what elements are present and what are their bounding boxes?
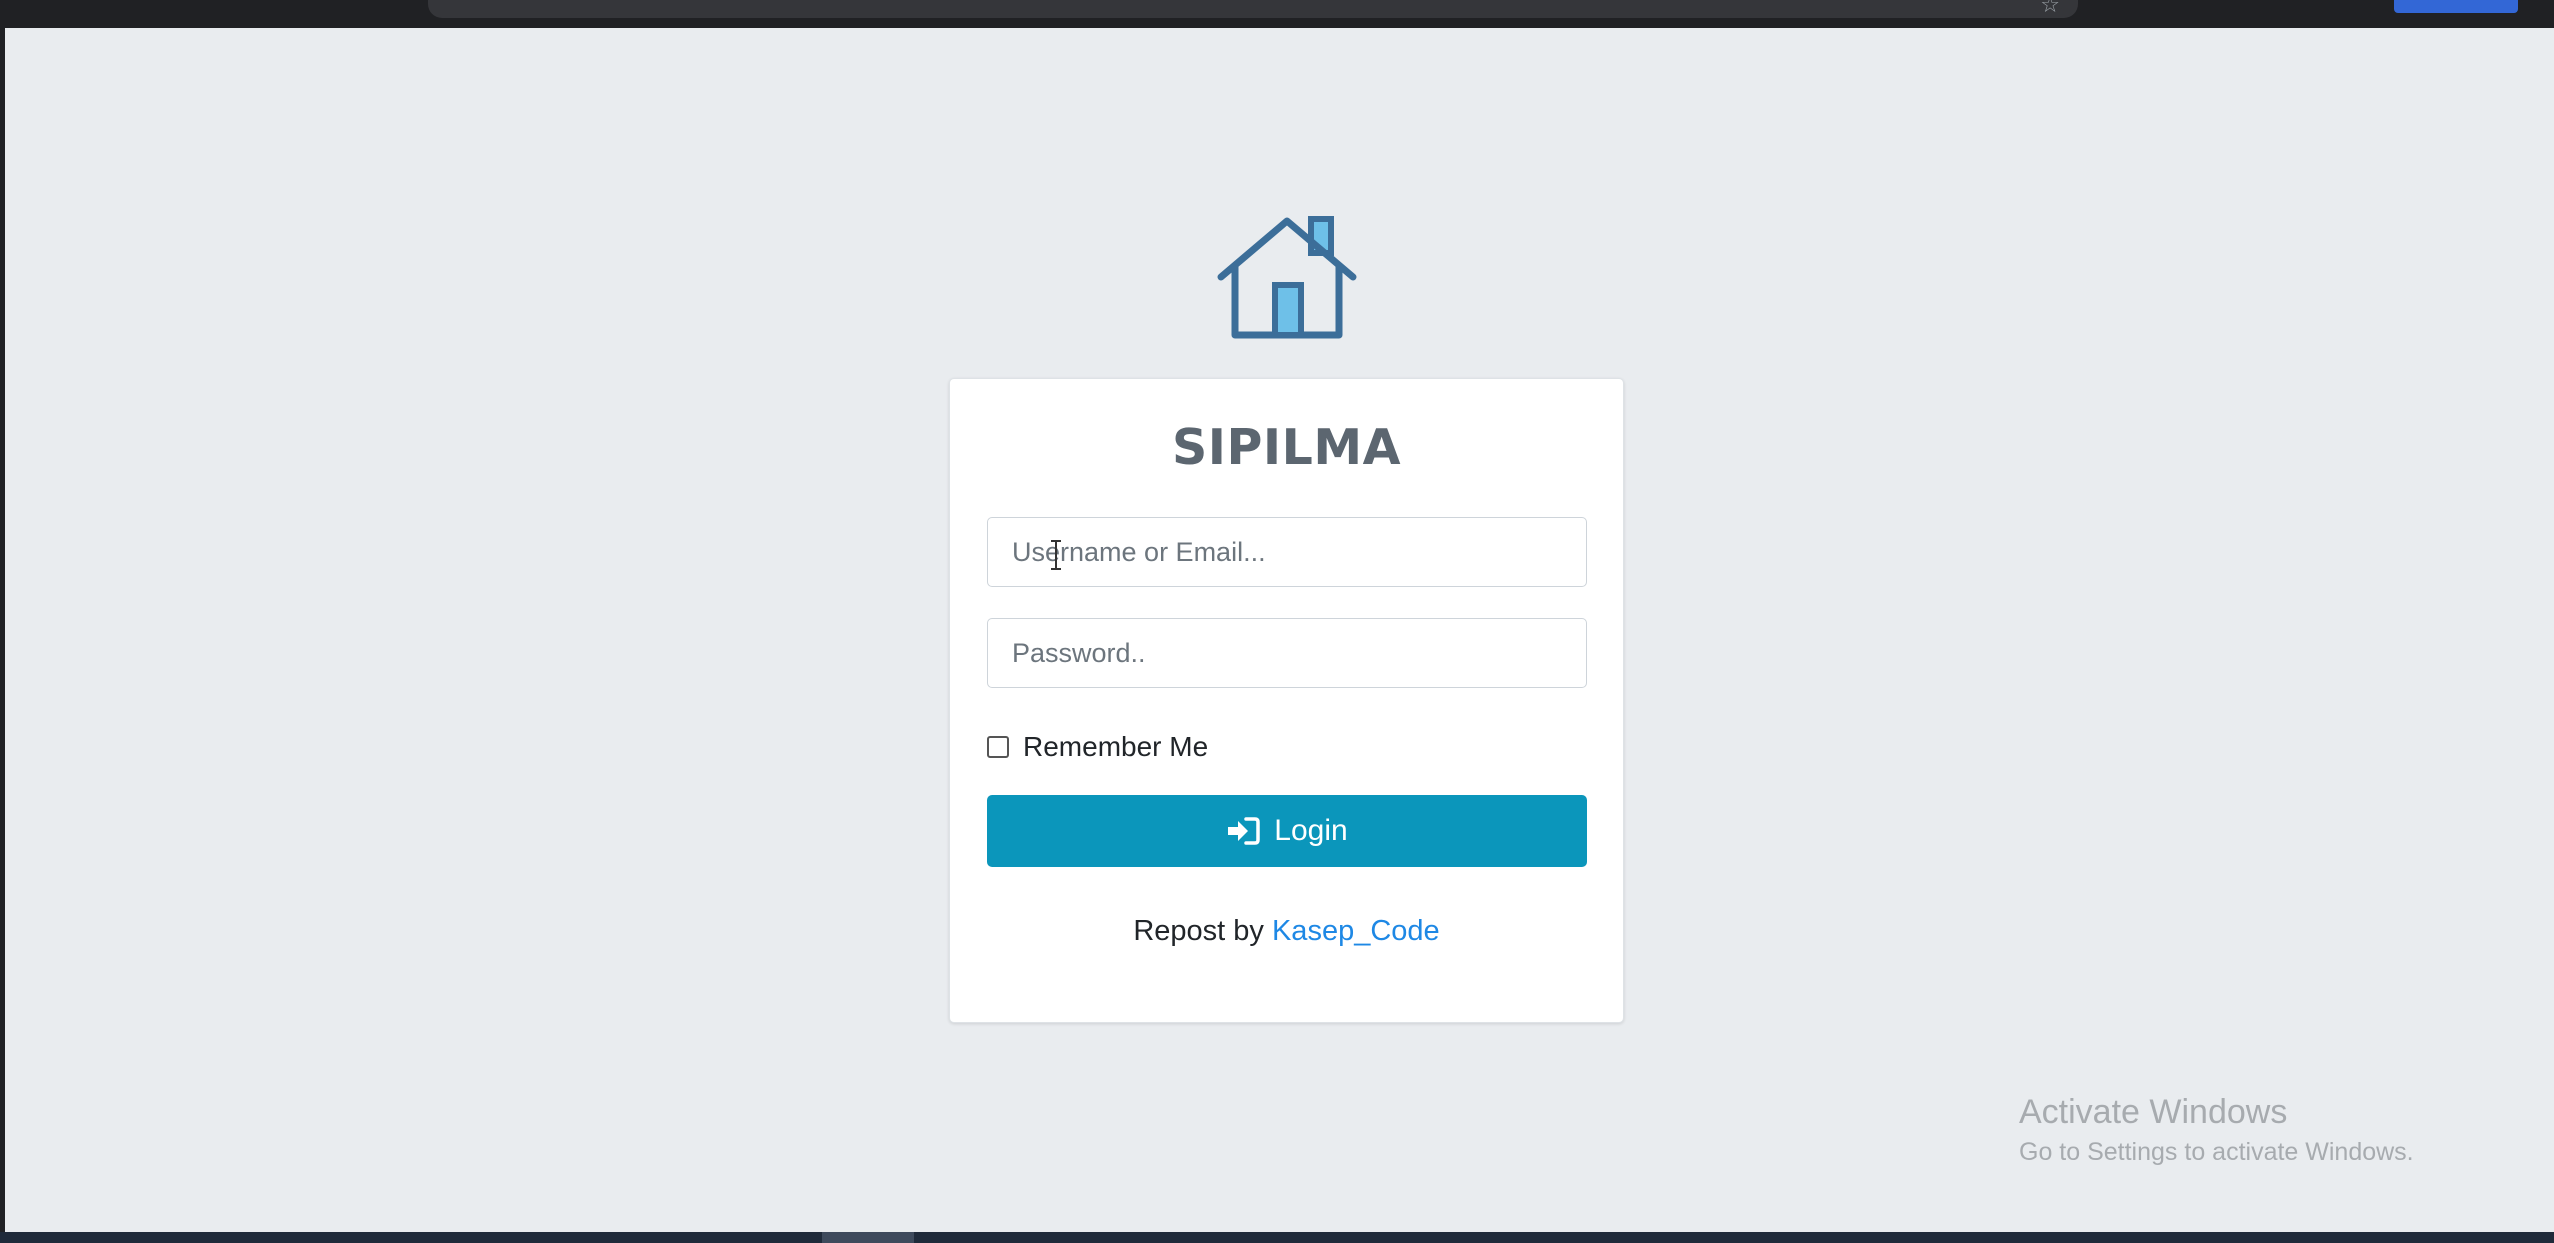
watermark-subtitle: Go to Settings to activate Windows. [2019,1138,2414,1166]
browser-toolbar: ☆ [0,0,2554,28]
window-edge [0,28,5,1232]
remember-me-row[interactable]: Remember Me [987,727,1208,767]
username-input[interactable] [987,517,1587,587]
sign-in-icon [1228,817,1261,845]
address-bar[interactable]: ☆ [428,0,2078,18]
browser-profile-button[interactable] [2394,0,2518,13]
house-logo-icon [1217,216,1357,339]
credit-prefix: Repost by [1133,915,1264,947]
credit-link[interactable]: Kasep_Code [1272,915,1440,947]
text-cursor-icon [1051,540,1061,570]
remember-me-label[interactable]: Remember Me [1023,731,1208,763]
app-title: SIPILMA [1171,419,1402,476]
bookmark-star-icon[interactable]: ☆ [2040,0,2060,16]
login-button-label: Login [1274,814,1348,847]
login-card: SIPILMA Remember Me Login Repost by Kase… [949,378,1624,1023]
remember-me-checkbox[interactable] [987,736,1009,758]
watermark-title: Activate Windows [2019,1093,2288,1131]
password-input[interactable] [987,618,1587,688]
taskbar [0,1232,2554,1243]
credit-line: Repost by Kasep_Code [950,915,1623,948]
taskbar-active-app[interactable] [822,1232,914,1243]
activate-windows-watermark: Activate Windows Go to Settings to activ… [2019,1090,2414,1170]
login-button[interactable]: Login [987,795,1587,867]
